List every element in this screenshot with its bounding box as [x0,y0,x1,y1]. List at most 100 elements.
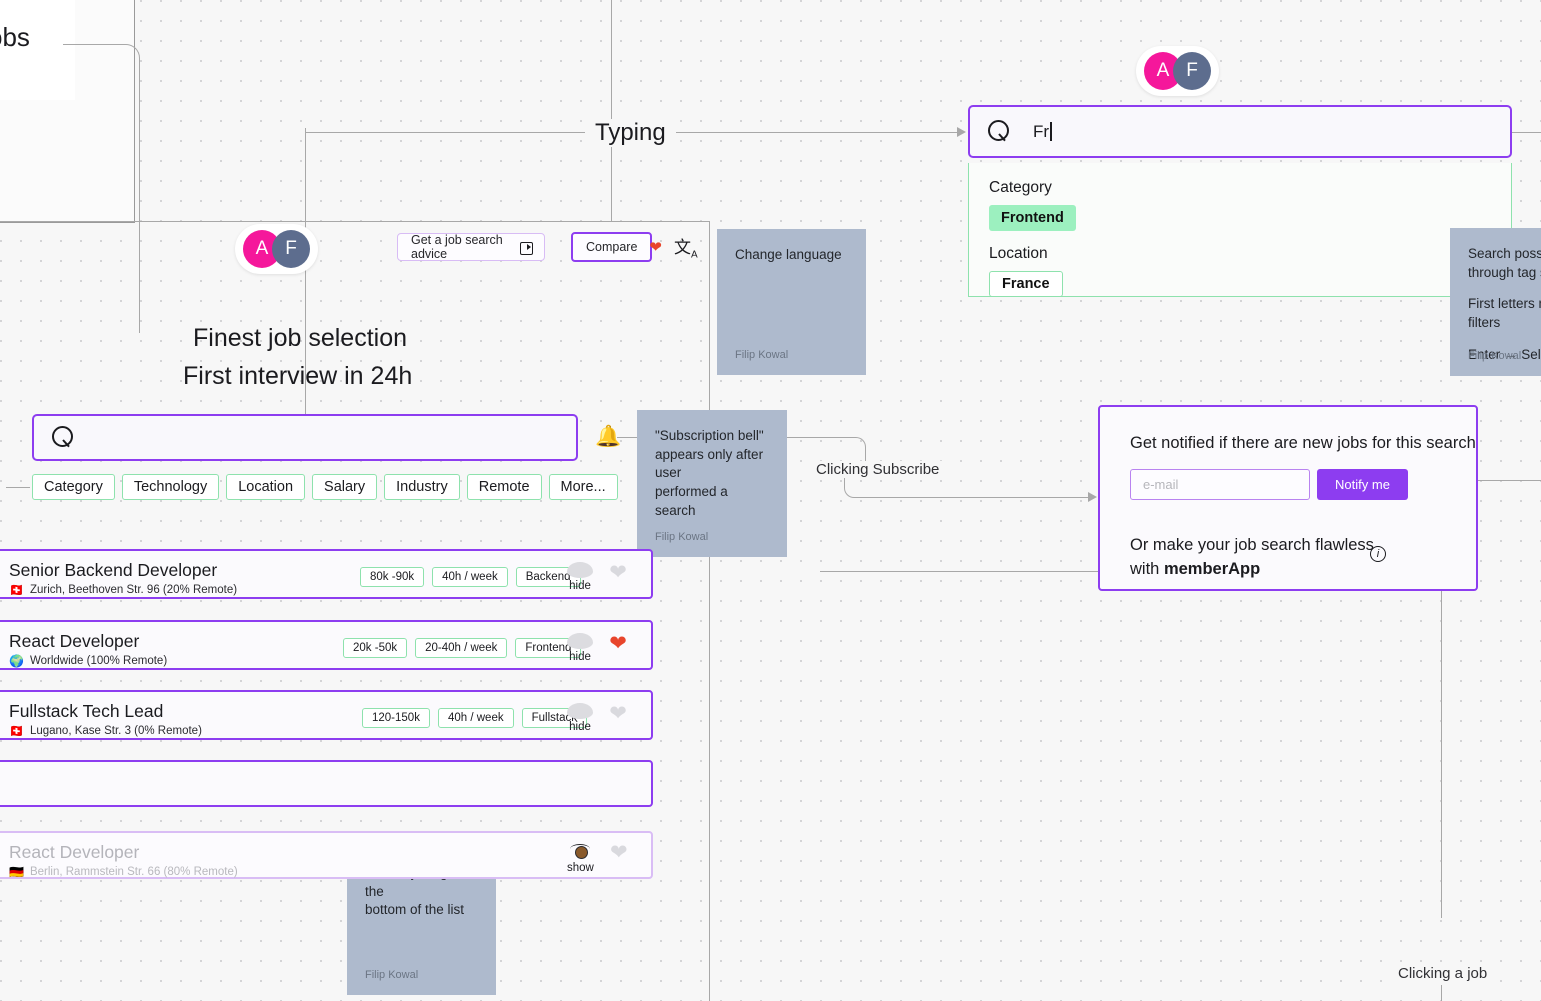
job-title: React Developer [9,842,140,862]
sticky-author: Filip Kowal [735,348,789,361]
suggest-tag-france[interactable]: France [989,271,1063,297]
connector-job-v-bottom [1441,985,1442,1001]
connector-member-v [1441,588,1442,918]
favorite-icon[interactable]: ❤ [608,842,630,863]
connector-chips-left [6,487,30,488]
job-actions: hide ❤ [567,633,629,663]
notify-panel[interactable]: Get notified if there are new jobs for t… [1098,405,1478,591]
filter-chip-location[interactable]: Location [226,474,306,500]
table-row-hidden[interactable]: React Developer 🇩🇪 Berlin, Rammstein Str… [0,831,653,879]
suggest-tag-frontend[interactable]: Frontend [989,205,1076,231]
compare-label: Compare [586,240,638,254]
show-job-button[interactable]: show [567,842,594,874]
flag-icon: 🇨🇭 [9,583,24,597]
job-tags: 120-150k 40h / week Fullstack [362,708,587,728]
frame-divider-mid [611,0,612,222]
job-actions: hide ❤ [567,562,629,592]
eye-closed-icon [567,562,593,578]
table-row[interactable]: Senior Backend Developer 🇨🇭 Zurich, Beet… [0,549,653,599]
table-row[interactable]: Fullstack Tech Lead 🇨🇭 Lugano, Kase Str.… [0,690,653,740]
headline-line-1: Finest job selection [193,324,408,352]
sticky-author: Filip Kowal [1468,349,1522,362]
connector-subscribe-elbow1 [844,437,866,459]
favorite-icon[interactable]: ❤ [607,562,629,583]
job-title: Senior Backend Developer [9,560,218,580]
sticky-line: bottom of the list [365,902,465,918]
job-tag[interactable]: 120-150k [362,708,430,728]
filter-chip-remote[interactable]: Remote [466,474,542,500]
suggest-group-location: Location [989,245,1048,262]
sticky-change-language[interactable]: Change language Filip Kowal [717,229,866,375]
eye-open-icon [569,842,591,860]
hide-job-button[interactable]: hide [567,562,593,592]
flag-icon: 🇩🇪 [9,865,24,879]
compare-button[interactable]: Compare ❤ [571,232,662,262]
avatar-cluster-top[interactable]: A F [1136,46,1219,96]
filter-chip-salary[interactable]: Salary [312,474,378,500]
hide-job-button[interactable]: hide [567,633,593,663]
filter-chip-technology[interactable]: Technology [121,474,220,500]
notify-subtext: Or make your job search flawless with me… [1130,534,1374,582]
hide-job-button[interactable]: hide [567,703,593,733]
hide-label: hide [569,651,591,663]
avatar-f: F [1173,52,1211,90]
table-row[interactable]: React Developer 🌍 Worldwide (100% Remote… [0,620,653,670]
job-tag[interactable]: 40h / week [432,567,508,587]
connector-subscribe-h1 [787,437,845,438]
job-location: 🇨🇭 Zurich, Beethoven Str. 96 (20% Remote… [9,584,237,596]
flag-icon: 🇨🇭 [9,724,24,738]
favorite-icon-active[interactable]: ❤ [607,633,629,654]
notify-me-button[interactable]: Notify me [1317,469,1408,500]
heart-icon: ❤ [649,238,662,256]
sticky-search-help[interactable]: Search possible through tag selec First … [1450,228,1541,376]
job-location: 🇩🇪 Berlin, Rammstein Str. 66 (80% Remote… [9,866,238,878]
connector-vert-left [139,83,140,333]
job-tags: 80k -90k 40h / week Backend [360,567,581,587]
sticky-line: Change language [735,247,842,262]
hide-label: hide [569,580,591,592]
bell-icon[interactable]: 🔔 [595,426,621,447]
notify-subtext-line2: with memberApp [1130,559,1261,578]
sticky-line: filters [1468,314,1501,330]
get-advice-button[interactable]: Get a job search advice [397,233,545,261]
filter-chips-row[interactable]: Category Technology Location Salary Indu… [32,474,618,500]
job-tag[interactable]: 20k -50k [343,638,408,658]
job-location-text: Berlin, Rammstein Str. 66 (80% Remote) [29,866,238,878]
job-location-text: Lugano, Kase Str. 3 (0% Remote) [29,725,202,737]
job-location-text: Worldwide (100% Remote) [29,655,168,667]
label-clicking-a-job: Clicking a job [1388,965,1498,982]
whiteboard-canvas[interactable]: obs Typing Clicking Subscribe Clicking a… [0,0,1541,1001]
page-title: Finest job selection First interview in … [183,320,412,395]
text-caret [1050,121,1052,141]
label-clicking-subscribe: Clicking Subscribe [806,461,950,478]
top-search-input[interactable]: Fr [968,105,1512,158]
frame-divider-top [0,221,710,222]
filter-chip-category[interactable]: Category [32,474,115,500]
info-icon[interactable]: i [1370,546,1386,562]
connector-subscribe-arrow [1088,491,1097,502]
job-tag[interactable]: 20-40h / week [415,638,508,658]
flag-icon: 🌍 [9,654,24,668]
connector-subscribe-h2 [863,497,1093,498]
filter-chip-industry[interactable]: Industry [384,474,460,500]
show-label: show [567,862,594,874]
sticky-line: appears only after user [655,446,764,481]
suggest-group-category: Category [989,179,1052,196]
search-icon [988,120,1011,143]
job-tag[interactable]: 80k -90k [360,567,425,587]
favorite-icon[interactable]: ❤ [607,703,629,724]
sticky-line: performed a search [655,483,728,518]
filter-chip-more[interactable]: More... [548,474,618,500]
search-suggestions-panel[interactable]: Category Frontend Location France [968,163,1512,297]
sticky-subscription-bell[interactable]: "Subscription bell" appears only after u… [637,410,787,557]
job-tags: 20k -50k 20-40h / week Frontend [343,638,582,658]
table-row-empty[interactable] [0,760,653,807]
job-tag[interactable]: 40h / week [437,708,514,728]
main-search-input[interactable] [32,414,578,461]
get-advice-label: Get a job search advice [411,233,503,261]
email-field[interactable]: e-mail [1130,469,1310,500]
sticky-line: through tag selec [1468,264,1541,280]
job-location: 🌍 Worldwide (100% Remote) [9,655,167,667]
translate-icon[interactable]: 文A [674,239,698,260]
avatar-cluster-left[interactable]: A F [235,224,318,274]
